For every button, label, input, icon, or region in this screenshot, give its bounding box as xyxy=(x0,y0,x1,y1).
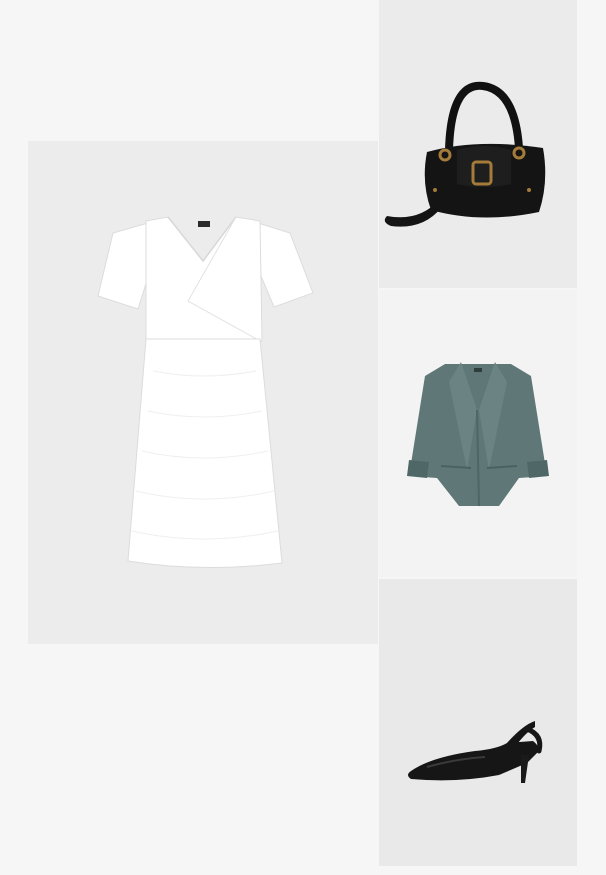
handbag-product-tile[interactable] xyxy=(379,0,577,288)
white-dress-icon xyxy=(97,216,314,569)
black-slingback-pump-icon xyxy=(408,721,543,783)
dress-product-tile[interactable] xyxy=(28,141,378,644)
outfit-collage xyxy=(0,0,606,875)
teal-blazer-icon xyxy=(407,362,549,507)
shoe-product-tile[interactable] xyxy=(379,579,577,866)
black-handbag-icon xyxy=(384,81,546,227)
blazer-product-tile[interactable] xyxy=(379,290,577,577)
